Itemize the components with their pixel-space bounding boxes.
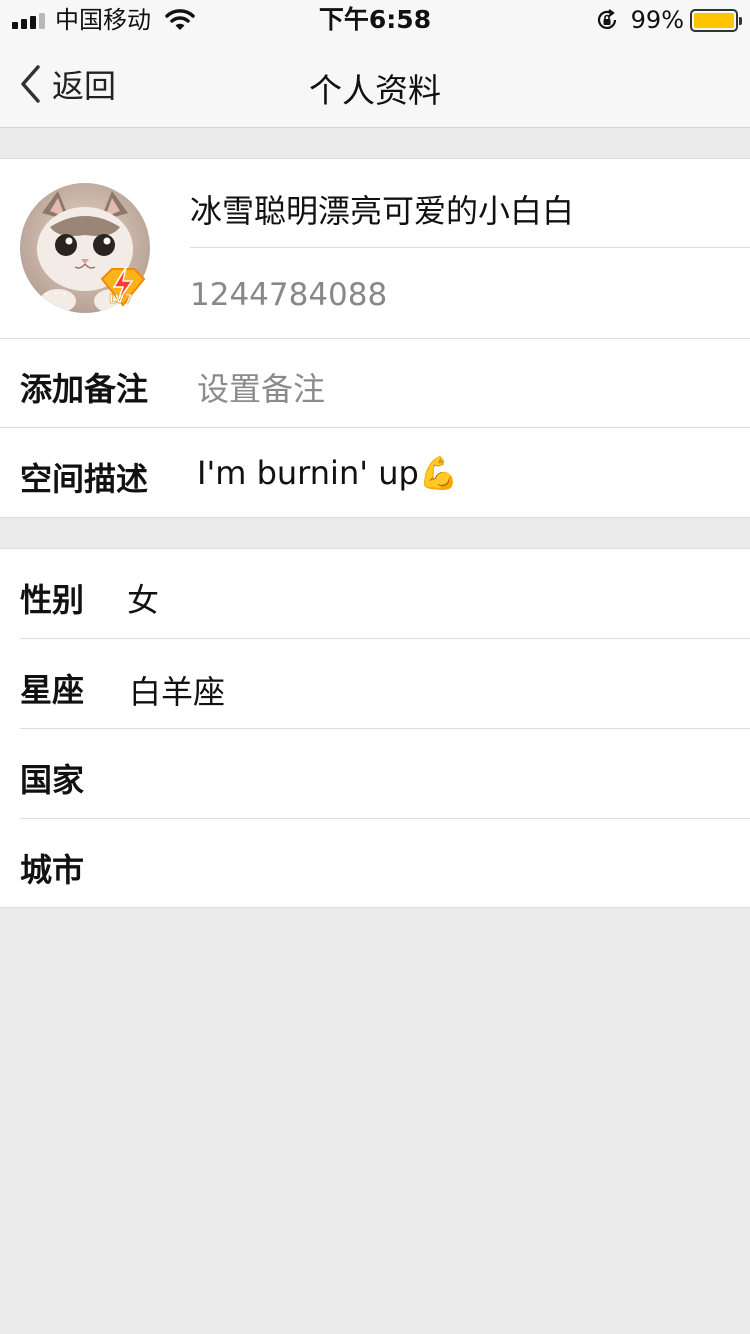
- basic-info-card: 性别 女 星座 白羊座 国家 城市: [0, 548, 750, 908]
- profile-card: ・・・ LV7 冰雪聪明漂亮可爱的小白白 1244784088 添加备注 设置备…: [0, 158, 750, 518]
- page-title: 个人资料: [309, 71, 441, 110]
- remark-input[interactable]: 设置备注: [197, 364, 325, 410]
- svg-text:・・・: ・・・: [42, 290, 69, 300]
- zodiac-label: 星座: [20, 671, 85, 709]
- battery-level: [694, 12, 734, 28]
- country-label: 国家: [20, 761, 85, 799]
- status-bar: 中国移动 下午6:58 99%: [0, 0, 750, 40]
- description-value: I'm burnin' up💪: [197, 454, 459, 492]
- level-badge-icon: LV7: [100, 266, 146, 307]
- battery-icon: [690, 8, 742, 32]
- level-badge-text: LV7: [109, 292, 133, 306]
- divider: [190, 247, 750, 248]
- divider: [20, 818, 750, 819]
- divider: [0, 427, 750, 428]
- battery-percent: 99%: [630, 6, 684, 34]
- description-label: 空间描述: [20, 460, 149, 498]
- gender-value: 女: [127, 581, 160, 619]
- qq-number: 1244784088: [190, 277, 388, 313]
- divider: [20, 638, 750, 639]
- zodiac-value: 白羊座: [129, 673, 226, 711]
- rotation-lock-icon: [597, 9, 616, 29]
- nickname: 冰雪聪明漂亮可爱的小白白: [190, 192, 575, 230]
- remark-label: 添加备注: [20, 370, 149, 408]
- divider: [20, 728, 750, 729]
- divider: [0, 338, 750, 339]
- gender-label: 性别: [20, 581, 85, 619]
- city-label: 城市: [20, 851, 85, 889]
- navigation-bar: 返回 个人资料: [0, 40, 750, 128]
- status-right: 99%: [595, 6, 742, 34]
